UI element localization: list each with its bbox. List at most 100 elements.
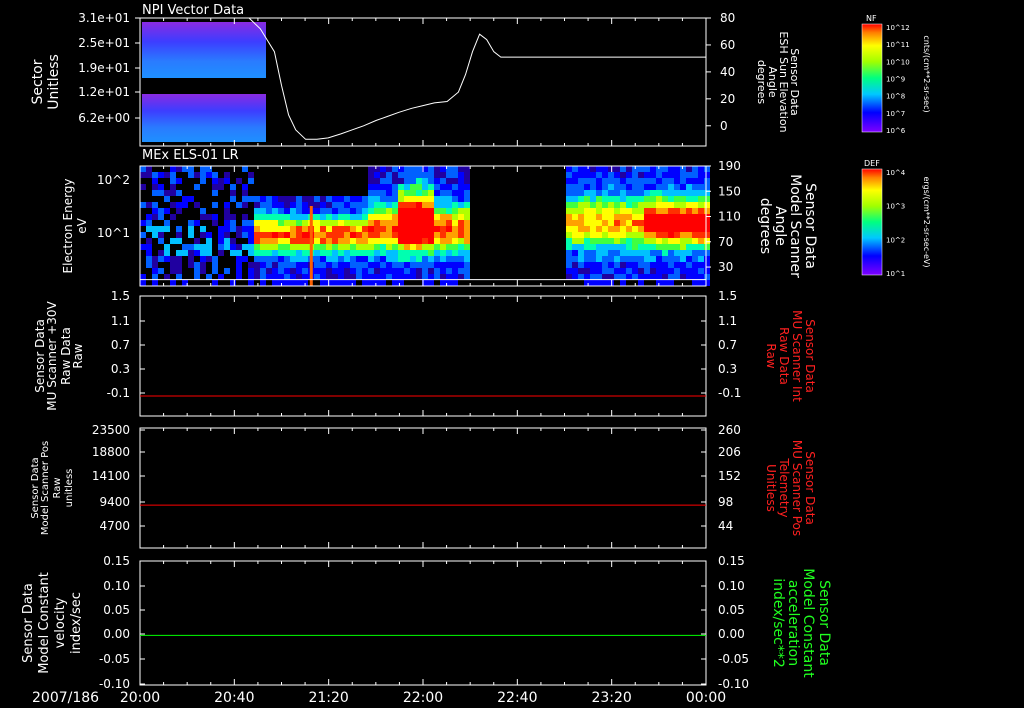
colorbar-unit: ergs/(cm**2-sr-sec-eV): [922, 176, 931, 267]
spectrogram-cell: [176, 190, 182, 196]
spectrogram-cell: [338, 202, 344, 208]
spectrogram-cell: [698, 274, 704, 280]
spectrogram-cell: [290, 256, 296, 262]
spectrogram-cell: [320, 196, 326, 202]
spectrogram-cell: [632, 256, 638, 262]
spectrogram-cell: [452, 274, 458, 280]
spectrogram-cell: [356, 232, 362, 238]
spectrogram-cell: [164, 196, 170, 202]
right-tick-label: 0: [720, 119, 728, 133]
spectrogram-cell: [644, 226, 650, 232]
spectrogram-cell: [152, 256, 158, 262]
spectrogram-cell: [422, 226, 428, 232]
left-axis-title-1: Unitless: [46, 54, 62, 110]
spectrogram-cell: [452, 250, 458, 256]
spectrogram-cell: [398, 190, 404, 196]
spectrogram-cell: [644, 238, 650, 244]
spectrogram-cell: [386, 250, 392, 256]
spectrogram-cell: [284, 250, 290, 256]
spectrogram-cell: [254, 262, 260, 268]
spectrogram-cell: [404, 256, 410, 262]
spectrogram-cell: [428, 250, 434, 256]
spectrogram-cell: [296, 220, 302, 226]
spectrogram-cell: [590, 220, 596, 226]
spectrogram-cell: [152, 280, 158, 286]
spectrogram-cell: [572, 274, 578, 280]
spectrogram-cell: [434, 226, 440, 232]
spectrogram-cell: [140, 166, 146, 172]
spectrogram-cell: [440, 232, 446, 238]
spectrogram-cell: [392, 244, 398, 250]
spectrogram-cell: [704, 250, 710, 256]
spectrogram-cell: [566, 220, 572, 226]
spectrogram-cell: [608, 220, 614, 226]
spectrogram-cell: [632, 190, 638, 196]
spectrogram-cell: [278, 196, 284, 202]
spectrogram-cell: [320, 268, 326, 274]
spectrogram-cell: [290, 196, 296, 202]
spectrogram-cell: [596, 274, 602, 280]
spectrogram-cell: [638, 226, 644, 232]
spectrogram-cell: [638, 184, 644, 190]
spectrogram-cell: [350, 256, 356, 262]
spectrogram-cell: [590, 250, 596, 256]
spectrogram-cell: [602, 178, 608, 184]
spectrogram-cell: [368, 172, 374, 178]
spectrogram-cell: [314, 244, 320, 250]
spectrogram-cell: [176, 262, 182, 268]
spectrogram-cell: [638, 166, 644, 172]
spectrogram-cell: [224, 268, 230, 274]
spectrogram-cell: [662, 184, 668, 190]
spectrogram-cell: [602, 244, 608, 250]
spectrogram-cell: [584, 166, 590, 172]
spectrogram-cell: [692, 280, 698, 286]
spectrogram-cell: [446, 214, 452, 220]
x-tick-label: 22:00: [403, 690, 443, 706]
spectrogram-cell: [206, 274, 212, 280]
spectrogram-cell: [608, 226, 614, 232]
spectrogram-cell: [386, 208, 392, 214]
spectrogram-cell: [368, 238, 374, 244]
spectrogram-cell: [626, 190, 632, 196]
spectrogram-cell: [392, 190, 398, 196]
spectrogram-cell: [620, 268, 626, 274]
spectrogram-cell: [440, 220, 446, 226]
spectrogram-cell: [680, 238, 686, 244]
spectrogram-cell: [380, 244, 386, 250]
spectrogram-cell: [662, 256, 668, 262]
spectrogram-cell: [428, 166, 434, 172]
spectrogram-cell: [596, 202, 602, 208]
spectrogram-cell: [626, 232, 632, 238]
spectrogram-cell: [650, 238, 656, 244]
spectrogram-cell: [674, 214, 680, 220]
spectrogram-cell: [422, 202, 428, 208]
spectrogram-cell: [614, 244, 620, 250]
spectrogram-cell: [446, 196, 452, 202]
spectrogram-cell: [590, 196, 596, 202]
spectrogram-cell: [434, 232, 440, 238]
spectrogram-cell: [386, 238, 392, 244]
spectrogram-cell: [212, 172, 218, 178]
spectrogram-cell: [164, 220, 170, 226]
spectrogram-cell: [164, 244, 170, 250]
spectrogram-cell: [434, 256, 440, 262]
spectrogram-cell: [692, 232, 698, 238]
spectrogram-cell: [140, 172, 146, 178]
spectrogram-cell: [362, 196, 368, 202]
spectrogram-cell: [344, 262, 350, 268]
spectrogram-cell: [698, 268, 704, 274]
spectrogram-cell: [392, 250, 398, 256]
spectrogram-cell: [692, 268, 698, 274]
spectrogram-cell: [158, 238, 164, 244]
spectrogram-cell: [620, 226, 626, 232]
spectrogram-cell: [152, 268, 158, 274]
spectrogram-cell: [440, 172, 446, 178]
spectrogram-cell: [374, 274, 380, 280]
spectrogram-cell: [608, 232, 614, 238]
spectrogram-cell: [662, 166, 668, 172]
spectrogram-cell: [680, 226, 686, 232]
spectrogram-cell: [380, 214, 386, 220]
spectrogram-cell: [608, 190, 614, 196]
spectrogram-cell: [704, 184, 710, 190]
spectrogram-cell: [452, 202, 458, 208]
